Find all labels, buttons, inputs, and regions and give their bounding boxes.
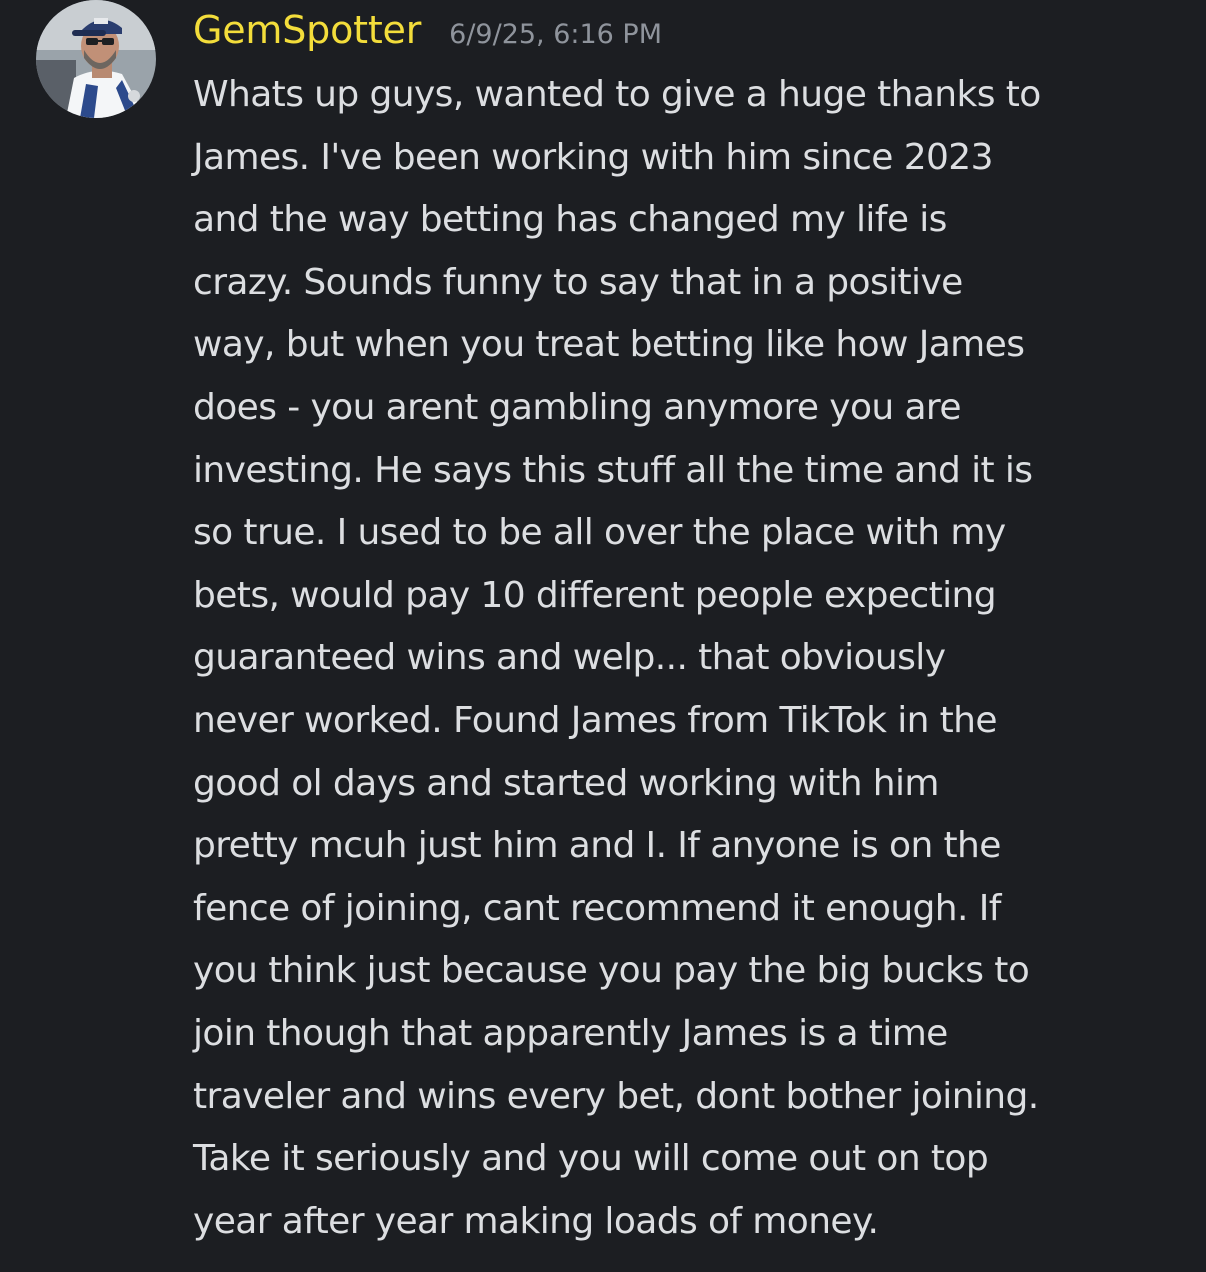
message-text-line: Whats up guys, wanted to give a huge tha… <box>193 74 1041 115</box>
message-text-line: crazy. Sounds funny to say that in a pos… <box>193 261 963 303</box>
message-text-line: bets, would pay 10 different people expe… <box>193 574 997 616</box>
username[interactable]: GemSpotter <box>193 8 421 52</box>
message-text-line: and the way betting has changed my life … <box>193 199 947 241</box>
message-text-line: so true. I used to be all over the place… <box>193 512 1006 554</box>
message-content: Whats up guys, wanted to give a huge tha… <box>193 64 1193 1253</box>
message-text-line: Take it seriously and you will come out … <box>193 1138 989 1180</box>
message-text-line: does - you arent gambling anymore you ar… <box>193 386 961 428</box>
message-text-line: investing. He says this stuff all the ti… <box>193 449 1033 491</box>
message-text-line: guaranteed wins and welp... that obvious… <box>193 637 946 679</box>
message-text-line: year after year making loads of money. <box>193 1200 879 1242</box>
message-text-line: never worked. Found James from TikTok in… <box>193 699 998 741</box>
user-avatar[interactable] <box>36 0 156 118</box>
avatar-photo <box>36 0 156 118</box>
message-text-line: join though that apparently James is a t… <box>193 1012 948 1054</box>
message-text-line: traveler and wins every bet, dont bother… <box>193 1075 1039 1117</box>
message-text-line: you think just because you pay the big b… <box>193 950 1030 992</box>
message-text-line: fence of joining, cant recommend it enou… <box>193 887 1001 929</box>
message-timestamp: 6/9/25, 6:16 PM <box>449 19 663 50</box>
message-text-line: way, but when you treat betting like how… <box>193 324 1025 366</box>
message-text-line: pretty mcuh just him and I. If anyone is… <box>193 825 1001 867</box>
message-text-line: James. I've been working with him since … <box>193 136 994 178</box>
message-header: GemSpotter 6/9/25, 6:16 PM <box>193 8 662 58</box>
chat-message: GemSpotter 6/9/25, 6:16 PM Whats up guys… <box>0 0 1206 1272</box>
message-text-line: good ol days and started working with hi… <box>193 762 939 804</box>
